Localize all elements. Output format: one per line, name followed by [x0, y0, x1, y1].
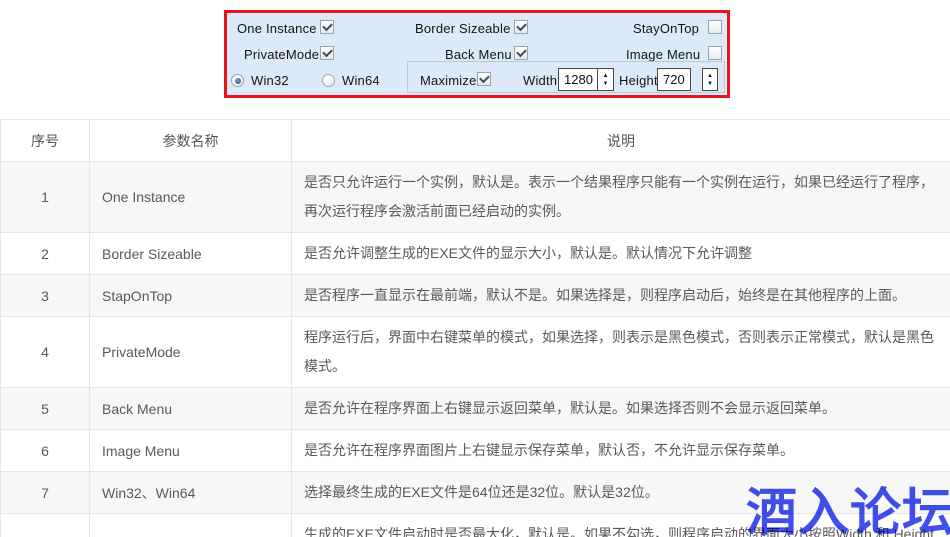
win32-label: Win32 — [251, 73, 289, 88]
win32-radio[interactable] — [231, 74, 244, 87]
table-row: 1 One Instance 是否只允许运行一个实例，默认是。表示一个结果程序只… — [1, 162, 950, 233]
back-menu-checkbox[interactable] — [514, 46, 528, 60]
table-row: 8 Maximized 生成的EXE文件启动时是否最大化，默认是。如果不勾选，则… — [1, 514, 950, 537]
header-description: 说明 — [292, 120, 950, 162]
width-label: Width: — [523, 73, 561, 88]
width-input[interactable]: 1280 — [558, 68, 598, 91]
width-spin-up-icon[interactable]: ▲ — [603, 72, 609, 80]
one-instance-checkbox[interactable] — [320, 20, 334, 34]
stayontop-checkbox[interactable] — [708, 20, 722, 34]
height-label: Height: — [619, 73, 662, 88]
image-menu-label: Image Menu — [626, 47, 700, 62]
table-header-row: 序号 参数名称 说明 — [1, 120, 950, 162]
height-spin-up-icon[interactable]: ▲ — [707, 72, 713, 80]
width-spinbox: 1280 ▲ ▼ — [558, 68, 614, 91]
maximized-checkbox[interactable] — [477, 72, 491, 86]
table-row: 5 Back Menu 是否允许在程序界面上右键显示返回菜单，默认是。如果选择否… — [1, 388, 950, 430]
table-row: 4 PrivateMode 程序运行后，界面中右键菜单的模式，如果选择，则表示是… — [1, 317, 950, 388]
maximized-label: Maximized — [420, 73, 484, 88]
header-param-name: 参数名称 — [90, 120, 292, 162]
height-spinner: ▲ ▼ — [702, 68, 718, 91]
table-row: 6 Image Menu 是否允许在程序界面图片上右键显示保存菜单，默认否，不允… — [1, 430, 950, 472]
border-sizeable-label: Border Sizeable — [415, 21, 511, 36]
table-row: 2 Border Sizeable 是否允许调整生成的EXE文件的显示大小，默认… — [1, 233, 950, 275]
height-spin-down-icon[interactable]: ▼ — [707, 80, 713, 88]
height-spinbox: 720 ▲ ▼ — [657, 68, 718, 91]
privatemode-checkbox[interactable] — [320, 46, 334, 60]
privatemode-label: PrivateMode — [244, 47, 319, 62]
stayontop-label: StayOnTop — [633, 21, 699, 36]
header-index: 序号 — [1, 120, 90, 162]
width-spin-down-icon[interactable]: ▼ — [603, 80, 609, 88]
height-input[interactable]: 720 — [657, 68, 691, 91]
table-row: 3 StapOnTop 是否程序一直显示在最前端，默认不是。如果选择是，则程序启… — [1, 275, 950, 317]
table-row: 7 Win32、Win64 选择最终生成的EXE文件是64位还是32位。默认是3… — [1, 472, 950, 514]
win64-radio[interactable] — [322, 74, 335, 87]
one-instance-label: One Instance — [237, 21, 317, 36]
image-menu-checkbox[interactable] — [708, 46, 722, 60]
settings-panel: One Instance Border Sizeable StayOnTop P… — [224, 10, 730, 98]
back-menu-label: Back Menu — [445, 47, 512, 62]
win64-label: Win64 — [342, 73, 380, 88]
border-sizeable-checkbox[interactable] — [514, 20, 528, 34]
parameters-table: 序号 参数名称 说明 1 One Instance 是否只允许运行一个实例，默认… — [0, 119, 950, 537]
width-spinner: ▲ ▼ — [598, 68, 614, 91]
